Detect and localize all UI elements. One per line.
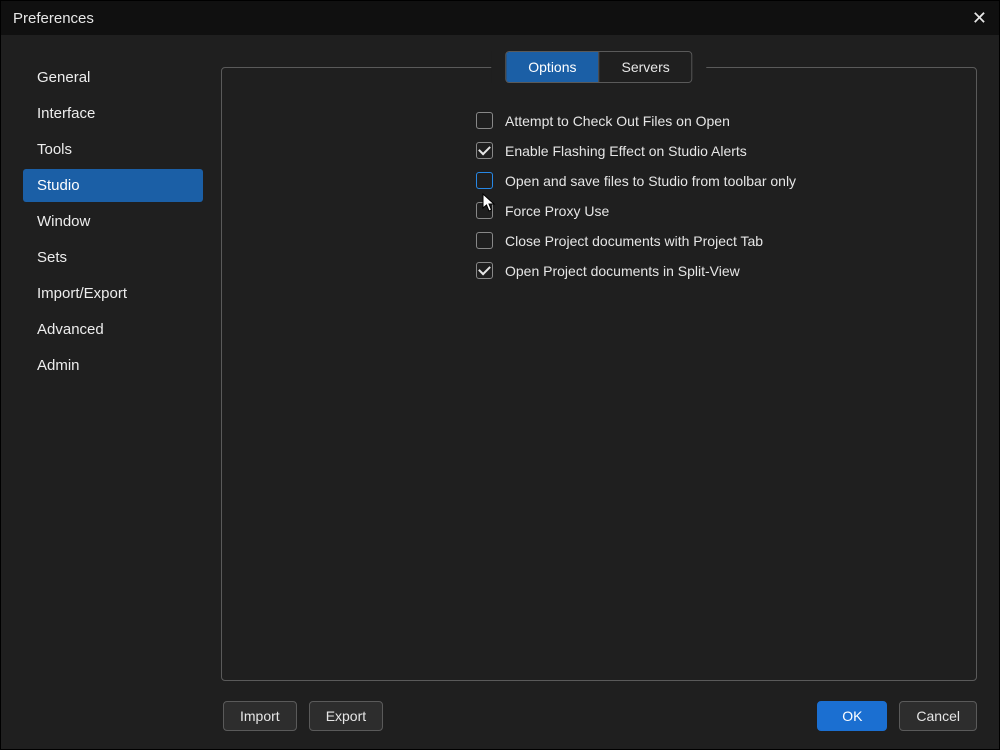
ok-button[interactable]: OK bbox=[817, 701, 887, 731]
option-row-checkout-on-open: Attempt to Check Out Files on Open bbox=[476, 112, 952, 129]
sidebar-item-advanced[interactable]: Advanced bbox=[23, 313, 203, 346]
option-label-split-view: Open Project documents in Split-View bbox=[505, 263, 740, 279]
checkbox-close-with-tab[interactable] bbox=[476, 232, 493, 249]
footer: Import Export OK Cancel bbox=[23, 681, 977, 731]
sidebar: GeneralInterfaceToolsStudioWindowSetsImp… bbox=[23, 53, 203, 681]
option-label-toolbar-only: Open and save files to Studio from toolb… bbox=[505, 173, 796, 189]
sidebar-item-import-export[interactable]: Import/Export bbox=[23, 277, 203, 310]
checkbox-flashing-alerts[interactable] bbox=[476, 142, 493, 159]
sidebar-item-admin[interactable]: Admin bbox=[23, 349, 203, 382]
cancel-button[interactable]: Cancel bbox=[899, 701, 977, 731]
checkbox-toolbar-only[interactable] bbox=[476, 172, 493, 189]
preferences-window: Preferences ✕ GeneralInterfaceToolsStudi… bbox=[0, 0, 1000, 750]
option-label-flashing-alerts: Enable Flashing Effect on Studio Alerts bbox=[505, 143, 747, 159]
option-row-force-proxy: Force Proxy Use bbox=[476, 202, 952, 219]
checkbox-split-view[interactable] bbox=[476, 262, 493, 279]
main-area: GeneralInterfaceToolsStudioWindowSetsImp… bbox=[23, 53, 977, 681]
option-label-close-with-tab: Close Project documents with Project Tab bbox=[505, 233, 763, 249]
options-list: Attempt to Check Out Files on Open Enable… bbox=[476, 112, 952, 279]
tabbar: OptionsServers bbox=[491, 51, 706, 83]
export-button[interactable]: Export bbox=[309, 701, 383, 731]
sidebar-item-tools[interactable]: Tools bbox=[23, 133, 203, 166]
checkbox-force-proxy[interactable] bbox=[476, 202, 493, 219]
option-label-checkout-on-open: Attempt to Check Out Files on Open bbox=[505, 113, 730, 129]
window-body: GeneralInterfaceToolsStudioWindowSetsImp… bbox=[1, 35, 999, 749]
sidebar-item-general[interactable]: General bbox=[23, 61, 203, 94]
sidebar-item-studio[interactable]: Studio bbox=[23, 169, 203, 202]
titlebar: Preferences ✕ bbox=[1, 1, 999, 35]
option-row-flashing-alerts: Enable Flashing Effect on Studio Alerts bbox=[476, 142, 952, 159]
import-button[interactable]: Import bbox=[223, 701, 297, 731]
sidebar-item-sets[interactable]: Sets bbox=[23, 241, 203, 274]
close-icon[interactable]: ✕ bbox=[972, 9, 987, 27]
checkbox-checkout-on-open[interactable] bbox=[476, 112, 493, 129]
tab-servers[interactable]: Servers bbox=[599, 52, 692, 82]
option-row-toolbar-only: Open and save files to Studio from toolb… bbox=[476, 172, 952, 189]
sidebar-item-window[interactable]: Window bbox=[23, 205, 203, 238]
option-row-close-with-tab: Close Project documents with Project Tab bbox=[476, 232, 952, 249]
options-panel: OptionsServers Attempt to Check Out File… bbox=[221, 67, 977, 681]
window-title: Preferences bbox=[13, 10, 94, 27]
tab-options[interactable]: Options bbox=[506, 52, 598, 82]
option-row-split-view: Open Project documents in Split-View bbox=[476, 262, 952, 279]
sidebar-item-interface[interactable]: Interface bbox=[23, 97, 203, 130]
option-label-force-proxy: Force Proxy Use bbox=[505, 203, 609, 219]
content-area: OptionsServers Attempt to Check Out File… bbox=[221, 53, 977, 681]
